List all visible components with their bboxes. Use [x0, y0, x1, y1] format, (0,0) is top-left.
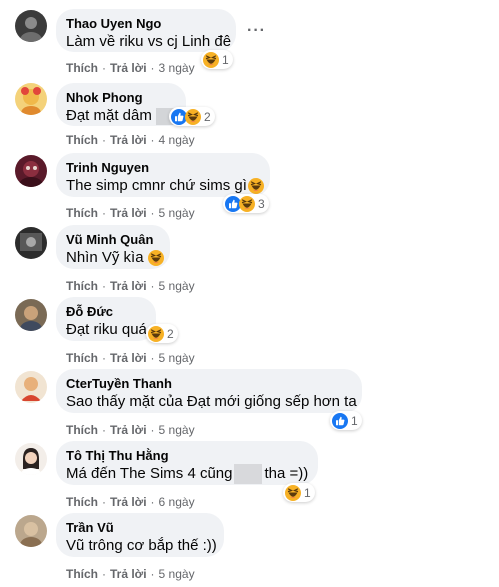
comment-bubble: Tô Thị Thu Hằng Má đến The Sims 4 cũng th… — [56, 441, 318, 485]
reply-link[interactable]: Trả lời — [110, 567, 147, 581]
reply-link[interactable]: Trả lời — [110, 206, 147, 220]
avatar[interactable] — [15, 155, 47, 187]
avatar[interactable] — [15, 299, 47, 331]
comment-actions: Thích · Trả lời · 5 ngày — [66, 567, 195, 581]
comment-text: The simp cmnr chứ sims gì — [66, 177, 247, 194]
comment-text: Nhìn Vỹ kìa — [66, 249, 144, 266]
haha-icon — [285, 485, 301, 501]
like-link[interactable]: Thích — [66, 567, 98, 581]
comment-author[interactable]: Đỗ Đức — [66, 304, 146, 320]
reaction-count: 2 — [204, 109, 211, 124]
comment-time[interactable]: 6 ngày — [159, 495, 195, 509]
like-link[interactable]: Thích — [66, 495, 98, 509]
comment-time[interactable]: 4 ngày — [159, 133, 195, 147]
comment-actions: Thích · Trả lời · 5 ngày — [66, 423, 195, 437]
comment-time[interactable]: 5 ngày — [159, 423, 195, 437]
reaction-count: 1 — [304, 485, 311, 500]
comment-author[interactable]: Trinh Nguyen — [66, 160, 260, 176]
comment-text: Má đến The Sims 4 cũng — [66, 465, 233, 482]
like-link[interactable]: Thích — [66, 133, 98, 147]
avatar[interactable] — [15, 227, 47, 259]
comment-bubble: Trần Vũ Vũ trông cơ bắp thế :)) — [56, 513, 224, 557]
reaction-summary[interactable]: 1 — [330, 411, 362, 430]
haha-icon — [239, 196, 255, 212]
reply-link[interactable]: Trả lời — [110, 423, 147, 437]
reply-link[interactable]: Trả lời — [110, 279, 147, 293]
comment-actions: Thích · Trả lời · 3 ngày — [66, 61, 195, 75]
like-link[interactable]: Thích — [66, 61, 98, 75]
reaction-count: 1 — [351, 413, 358, 428]
reaction-summary[interactable]: 1 — [283, 483, 315, 502]
comment-bubble: Thao Uyen Ngo Làm về riku vs cj Linh đê — [56, 9, 236, 52]
reaction-count: 2 — [167, 326, 174, 341]
comment-time[interactable]: 5 ngày — [159, 279, 195, 293]
comment-author[interactable]: CterTuyền Thanh — [66, 376, 352, 392]
avatar[interactable] — [15, 443, 47, 475]
reply-link[interactable]: Trả lời — [110, 61, 147, 75]
reaction-summary[interactable]: 2 — [146, 324, 178, 343]
comment-time[interactable]: 5 ngày — [159, 351, 195, 365]
haha-icon — [248, 178, 264, 194]
haha-icon — [203, 52, 219, 68]
avatar[interactable] — [15, 10, 47, 42]
comment-text: Đạt mặt dâm — [66, 107, 152, 124]
comment-author[interactable]: Nhok Phong — [66, 90, 176, 106]
comment-bubble: CterTuyền Thanh Sao thấy mặt của Đạt mới… — [56, 369, 362, 413]
avatar[interactable] — [15, 371, 47, 403]
like-link[interactable]: Thích — [66, 423, 98, 437]
comment-actions: Thích · Trả lời · 5 ngày — [66, 351, 195, 365]
like-icon — [332, 413, 348, 429]
comment-text: Làm về riku vs cj Linh đê — [66, 33, 232, 50]
comment-actions: Thích · Trả lời · 6 ngày — [66, 495, 195, 509]
comment-bubble: Nhok Phong Đạt mặt dâm — [56, 83, 186, 126]
reaction-count: 3 — [258, 196, 265, 211]
comment-author[interactable]: Vũ Minh Quân — [66, 232, 160, 248]
haha-icon — [185, 109, 201, 125]
reply-link[interactable]: Trả lời — [110, 133, 147, 147]
comment-time[interactable]: 5 ngày — [159, 206, 195, 220]
reaction-summary[interactable]: 2 — [169, 107, 215, 126]
comment-author[interactable]: Tô Thị Thu Hằng — [66, 448, 308, 464]
avatar[interactable] — [15, 515, 47, 547]
comment-bubble: Trinh Nguyen The simp cmnr chứ sims gì — [56, 153, 270, 197]
comment-text: Sao thấy mặt của Đạt mới giống sếp hơn t… — [66, 393, 357, 410]
reaction-count: 1 — [222, 52, 229, 67]
like-link[interactable]: Thích — [66, 351, 98, 365]
haha-icon — [148, 326, 164, 342]
like-link[interactable]: Thích — [66, 279, 98, 293]
reaction-summary[interactable]: 1 — [201, 50, 233, 69]
like-link[interactable]: Thích — [66, 206, 98, 220]
haha-icon — [148, 250, 164, 266]
reply-link[interactable]: Trả lời — [110, 495, 147, 509]
reaction-summary[interactable]: 3 — [223, 194, 269, 213]
redacted-image — [234, 464, 263, 485]
more-options-icon[interactable]: ··· — [247, 22, 266, 40]
comment-time[interactable]: 5 ngày — [159, 567, 195, 581]
comment-author[interactable]: Trần Vũ — [66, 520, 214, 536]
comment-actions: Thích · Trả lời · 4 ngày — [66, 133, 195, 147]
comment-bubble: Đỗ Đức Đạt riku quá — [56, 297, 156, 341]
comment-actions: Thích · Trả lời · 5 ngày — [66, 206, 195, 220]
reply-link[interactable]: Trả lời — [110, 351, 147, 365]
comment-text: Đạt riku quá — [66, 321, 147, 338]
comment-author[interactable]: Thao Uyen Ngo — [66, 16, 226, 32]
comment-actions: Thích · Trả lời · 5 ngày — [66, 279, 195, 293]
comment-time[interactable]: 3 ngày — [159, 61, 195, 75]
avatar[interactable] — [15, 83, 47, 115]
comment-text: tha =)) — [264, 465, 309, 482]
comment-text: Vũ trông cơ bắp thế :)) — [66, 537, 217, 554]
comment-bubble: Vũ Minh Quân Nhìn Vỹ kìa — [56, 225, 170, 269]
